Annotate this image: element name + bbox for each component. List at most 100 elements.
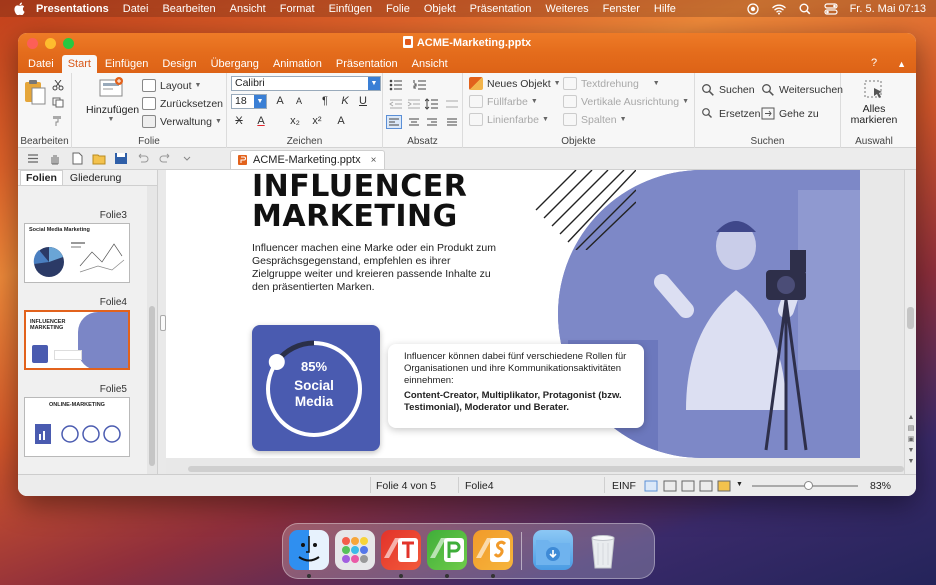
textmaker-icon[interactable]	[381, 530, 421, 570]
panel-splitter[interactable]	[158, 170, 166, 474]
tab-gliederung[interactable]: Gliederung	[65, 171, 126, 185]
align-left-button[interactable]	[386, 115, 402, 129]
document-tab[interactable]: ACME-Marketing.pptx ×	[230, 150, 386, 169]
vertical-align-button[interactable]: Vertikale Ausrichtung ▼	[563, 95, 689, 108]
downloads-folder-icon[interactable]	[533, 530, 573, 570]
italic-button[interactable]: K	[337, 95, 353, 107]
search-button[interactable]: Suchen	[701, 83, 755, 96]
cut-icon[interactable]	[52, 79, 64, 91]
menu-bearbeiten[interactable]: Bearbeiten	[162, 3, 215, 15]
presentations-icon[interactable]	[473, 530, 513, 570]
underline-button[interactable]: U	[355, 95, 371, 107]
zoom-slider[interactable]	[752, 481, 858, 490]
menu-weiteres[interactable]: Weiteres	[545, 3, 588, 15]
slide-panel-scroll-thumb[interactable]	[149, 306, 155, 466]
title-bar[interactable]: ACME-Marketing.pptx	[18, 33, 916, 53]
help-button[interactable]: ?	[871, 57, 877, 73]
text-rotation-button[interactable]: Textdrehung ▼	[563, 77, 660, 90]
spotlight-search-icon[interactable]	[798, 3, 812, 15]
menu-einfuegen[interactable]: Einfügen	[329, 3, 372, 15]
subscript-button[interactable]: x₂	[287, 115, 303, 127]
font-size-select[interactable]: 18 ▼	[231, 94, 267, 109]
menu-folie[interactable]: Folie	[386, 3, 410, 15]
undo-icon[interactable]	[136, 152, 150, 165]
font-color-button[interactable]: A	[253, 115, 269, 127]
strikethrough-button[interactable]: X	[231, 115, 247, 127]
redo-icon[interactable]	[158, 152, 172, 165]
new-document-icon[interactable]	[70, 152, 84, 165]
customize-toolbar-icon[interactable]	[180, 152, 194, 165]
select-all-button[interactable]: Alles markieren	[847, 79, 901, 126]
font-size-dropdown-icon[interactable]: ▼	[254, 95, 266, 108]
line-color-button[interactable]: Linienfarbe ▼	[469, 113, 549, 126]
wifi-icon[interactable]	[771, 3, 786, 15]
grow-font-button[interactable]: A	[272, 95, 288, 107]
trash-icon[interactable]	[583, 530, 623, 570]
tab-start[interactable]: Start	[61, 55, 97, 73]
manage-slides-button[interactable]: Verwaltung ▼	[142, 115, 222, 128]
close-tab-button[interactable]: ×	[371, 155, 377, 166]
finder-icon[interactable]	[289, 530, 329, 570]
hamburger-menu-icon[interactable]	[26, 152, 40, 165]
paste-icon[interactable]	[24, 79, 46, 105]
tab-design[interactable]: Design	[156, 55, 202, 73]
menu-praesentation[interactable]: Präsentation	[470, 3, 532, 15]
tab-uebergang[interactable]: Übergang	[205, 55, 265, 73]
menu-datei[interactable]: Datei	[123, 3, 149, 15]
status-insert-mode[interactable]: EINF	[612, 480, 636, 492]
add-slide-button[interactable]: Hinzufügen ▼	[86, 76, 139, 124]
format-painter-icon[interactable]	[52, 115, 64, 126]
planmaker-icon[interactable]	[427, 530, 467, 570]
save-icon[interactable]	[114, 152, 128, 165]
menu-fenster[interactable]: Fenster	[603, 3, 640, 15]
paragraph-spacing-icon[interactable]	[445, 98, 459, 110]
slide-panel-scrollbar[interactable]	[147, 186, 157, 474]
stat-card[interactable]: 85% Social Media	[252, 325, 380, 451]
align-right-icon[interactable]	[425, 116, 439, 128]
collapse-ribbon-icon[interactable]: ▲	[897, 59, 906, 73]
search-next-button[interactable]: Weitersuchen	[761, 83, 843, 96]
scroll-nav-buttons[interactable]: ▲ ▤ ▣ ▼ ▼	[906, 412, 916, 467]
tab-praesentation[interactable]: Präsentation	[330, 55, 404, 73]
apple-icon[interactable]	[12, 2, 26, 16]
menu-hilfe[interactable]: Hilfe	[654, 3, 676, 15]
tab-datei[interactable]: Datei	[22, 55, 60, 73]
clear-format-button[interactable]: ¶	[317, 95, 333, 107]
copy-icon[interactable]	[52, 97, 64, 108]
zoom-slider-knob[interactable]	[804, 481, 813, 490]
screen-record-icon[interactable]	[746, 2, 760, 15]
tab-animation[interactable]: Animation	[267, 55, 328, 73]
slide-thumbnail-3[interactable]: Social Media Marketing	[24, 223, 130, 283]
layout-button[interactable]: Layout ▼	[142, 79, 201, 92]
numbered-list-icon[interactable]	[413, 79, 427, 91]
goto-button[interactable]: Gehe zu	[761, 107, 819, 120]
reset-slide-button[interactable]: Zurücksetzen	[142, 97, 223, 110]
launchpad-icon[interactable]	[335, 530, 375, 570]
justify-icon[interactable]	[445, 116, 459, 128]
info-textbox[interactable]: Influencer können dabei fünf verschieden…	[388, 344, 644, 428]
line-spacing-icon[interactable]	[425, 98, 439, 110]
new-object-button[interactable]: Neues Objekt ▼	[469, 77, 561, 90]
menu-app-name[interactable]: Presentations	[36, 3, 109, 15]
vertical-scrollbar[interactable]: ▲ ▤ ▣ ▼ ▼	[904, 170, 916, 474]
horizontal-scroll-thumb[interactable]	[188, 466, 904, 472]
slide-thumbnail-4[interactable]: INFLUENCER MARKETING	[24, 310, 130, 370]
slide-canvas[interactable]: INFLUENCER MARKETING Influencer machen e…	[166, 170, 860, 458]
shrink-font-button[interactable]: A	[291, 96, 307, 106]
fill-color-button[interactable]: Füllfarbe ▼	[469, 95, 538, 108]
slide-thumbnail-5[interactable]: ONLINE-MARKETING	[24, 397, 130, 457]
menu-objekt[interactable]: Objekt	[424, 3, 456, 15]
columns-button[interactable]: Spalten ▼	[563, 113, 627, 126]
tab-folien[interactable]: Folien	[20, 170, 63, 185]
menu-ansicht[interactable]: Ansicht	[230, 3, 266, 15]
bullet-list-icon[interactable]	[389, 79, 403, 91]
decrease-indent-icon[interactable]	[389, 98, 403, 110]
tab-ansicht[interactable]: Ansicht	[406, 55, 454, 73]
font-dropdown-icon[interactable]: ▼	[368, 77, 380, 90]
view-dropdown-icon[interactable]: ▼	[736, 481, 743, 488]
hand-tool-icon[interactable]	[48, 152, 62, 165]
slide-intro-text[interactable]: Influencer machen eine Marke oder ein Pr…	[252, 242, 502, 294]
zoom-level[interactable]: 83%	[870, 480, 891, 492]
tab-einfuegen[interactable]: Einfügen	[99, 55, 154, 73]
view-mode-icons[interactable]	[644, 479, 744, 493]
